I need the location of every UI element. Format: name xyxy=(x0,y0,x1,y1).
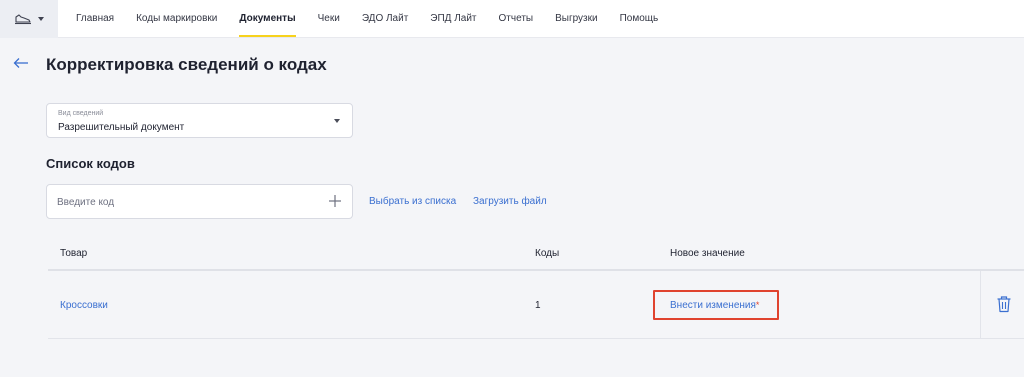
codes-section-title: Список кодов xyxy=(46,156,135,171)
required-asterisk: * xyxy=(755,300,760,310)
info-type-label: Вид сведений xyxy=(58,110,104,117)
nav-item-home[interactable]: Главная xyxy=(76,0,114,38)
upload-file-link[interactable]: Загрузить файл xyxy=(473,196,547,207)
dropdown-caret-icon xyxy=(334,119,340,123)
table-row: Кроссовки 1 Внести изменения* xyxy=(48,271,1024,339)
trash-icon[interactable] xyxy=(996,295,1012,313)
nav-item-help[interactable]: Помощь xyxy=(620,0,659,38)
nav-item-receipts[interactable]: Чеки xyxy=(318,0,340,38)
shoe-icon xyxy=(15,14,31,25)
make-changes-label: Внести изменения xyxy=(670,300,756,311)
make-changes-button[interactable]: Внести изменения* xyxy=(653,290,779,320)
nav-item-edo-lite[interactable]: ЭДО Лайт xyxy=(362,0,408,38)
code-input-field xyxy=(46,184,353,219)
info-type-value: Разрешительный документ xyxy=(58,122,185,133)
nav-item-exports[interactable]: Выгрузки xyxy=(555,0,598,38)
top-navigation-bar: Главная Коды маркировки Документы Чеки Э… xyxy=(0,0,1024,38)
back-arrow-icon[interactable] xyxy=(12,54,30,72)
plus-icon[interactable] xyxy=(328,194,342,208)
nav-item-epd-lite[interactable]: ЭПД Лайт xyxy=(430,0,476,38)
chevron-down-icon xyxy=(38,17,44,21)
product-switcher[interactable] xyxy=(0,0,58,38)
page-title: Корректировка сведений о кодах xyxy=(46,55,327,74)
nav-item-reports[interactable]: Отчеты xyxy=(499,0,534,38)
main-nav: Главная Коды маркировки Документы Чеки Э… xyxy=(76,0,680,38)
column-header-new-value: Новое значение xyxy=(670,248,745,259)
choose-from-list-link[interactable]: Выбрать из списка xyxy=(369,196,456,207)
product-link[interactable]: Кроссовки xyxy=(60,300,108,311)
code-input[interactable] xyxy=(57,194,307,210)
info-type-select[interactable]: Вид сведений Разрешительный документ xyxy=(46,103,353,138)
column-header-codes: Коды xyxy=(535,248,560,259)
nav-item-marking-codes[interactable]: Коды маркировки xyxy=(136,0,217,38)
codes-count: 1 xyxy=(535,300,541,311)
row-action-divider xyxy=(980,271,981,338)
nav-item-documents[interactable]: Документы xyxy=(239,0,296,38)
column-header-product: Товар xyxy=(60,248,88,259)
